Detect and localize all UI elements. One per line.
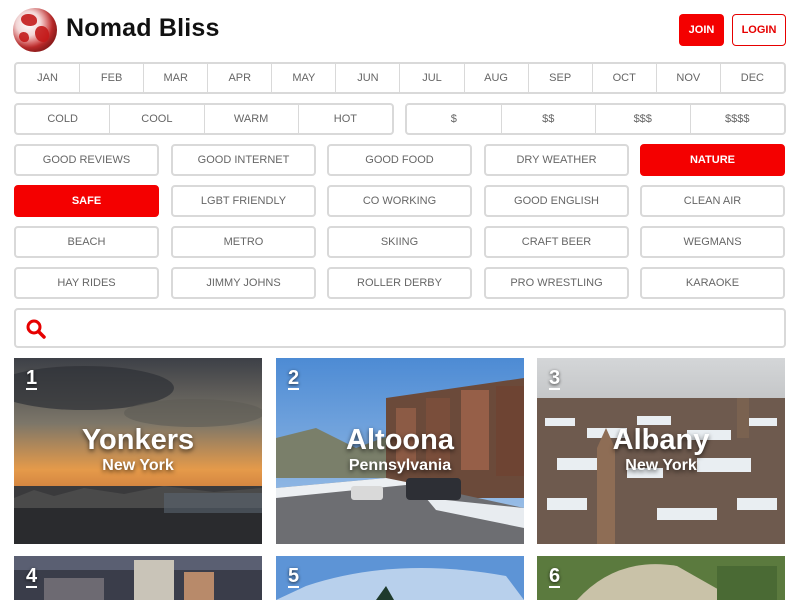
- month-may[interactable]: MAY: [272, 64, 337, 92]
- tag-good-reviews[interactable]: GOOD REVIEWS: [14, 144, 159, 176]
- cost-2[interactable]: $$: [502, 105, 596, 133]
- card-rank: 3: [549, 367, 561, 390]
- temp-cold[interactable]: COLD: [16, 105, 111, 133]
- tag-hay-rides[interactable]: HAY RIDES: [14, 267, 159, 299]
- tag-roller-derby[interactable]: ROLLER DERBY: [327, 267, 472, 299]
- card-rank: 4: [26, 565, 38, 588]
- join-button[interactable]: JOIN: [679, 14, 724, 46]
- tag-co-working[interactable]: CO WORKING: [327, 185, 472, 217]
- month-mar[interactable]: MAR: [144, 64, 209, 92]
- card-rank: 2: [288, 367, 300, 390]
- brand-name[interactable]: Nomad Bliss: [66, 14, 220, 43]
- tag-karaoke[interactable]: KARAOKE: [640, 267, 785, 299]
- card-rank: 1: [26, 367, 38, 390]
- tag-good-internet[interactable]: GOOD INTERNET: [171, 144, 316, 176]
- card-region-name: New York: [625, 457, 697, 474]
- search-bar[interactable]: [14, 308, 786, 348]
- city-card-4[interactable]: 4: [14, 556, 262, 600]
- card-city-name: Altoona: [346, 424, 454, 456]
- tag-skiing[interactable]: SKIING: [327, 226, 472, 258]
- tag-lgbt-friendly[interactable]: LGBT FRIENDLY: [171, 185, 316, 217]
- city-card-3[interactable]: 3 Albany New York: [537, 358, 785, 544]
- card-region-name: Pennsylvania: [348, 457, 452, 474]
- tag-beach[interactable]: BEACH: [14, 226, 159, 258]
- city-photo: [276, 556, 524, 600]
- tag-clean-air[interactable]: CLEAN AIR: [640, 185, 785, 217]
- tag-jimmy-johns[interactable]: JIMMY JOHNS: [171, 267, 316, 299]
- tag-wegmans[interactable]: WEGMANS: [640, 226, 785, 258]
- city-card-6[interactable]: 6: [537, 556, 785, 600]
- cost-3[interactable]: $$$: [596, 105, 691, 133]
- temperature-filter: COLD COOL WARM HOT: [14, 103, 394, 135]
- search-input[interactable]: [58, 314, 778, 342]
- card-city-name: Albany: [612, 424, 710, 456]
- tag-craft-beer[interactable]: CRAFT BEER: [484, 226, 629, 258]
- tag-nature[interactable]: NATURE: [640, 144, 785, 176]
- tag-good-food[interactable]: GOOD FOOD: [327, 144, 472, 176]
- city-card-2[interactable]: 2 Altoona Pennsylvania: [276, 358, 524, 544]
- cost-1[interactable]: $: [407, 105, 502, 133]
- month-oct[interactable]: OCT: [593, 64, 657, 92]
- temp-warm[interactable]: WARM: [205, 105, 299, 133]
- tag-pro-wrestling[interactable]: PRO WRESTLING: [484, 267, 629, 299]
- tag-dry-weather[interactable]: DRY WEATHER: [484, 144, 629, 176]
- globe-logo-icon[interactable]: [13, 8, 57, 52]
- tag-safe[interactable]: SAFE: [14, 185, 159, 217]
- city-card-1[interactable]: 1 Yonkers New York: [14, 358, 262, 544]
- temp-hot[interactable]: HOT: [299, 105, 392, 133]
- card-rank: 5: [288, 565, 300, 588]
- cost-4[interactable]: $$$$: [691, 105, 785, 133]
- month-jan[interactable]: JAN: [16, 64, 81, 92]
- search-icon[interactable]: [26, 319, 46, 339]
- login-button[interactable]: LOGIN: [732, 14, 786, 46]
- month-jun[interactable]: JUN: [336, 64, 401, 92]
- month-jul[interactable]: JUL: [400, 64, 465, 92]
- month-apr[interactable]: APR: [208, 64, 273, 92]
- tag-good-english[interactable]: GOOD ENGLISH: [484, 185, 629, 217]
- card-rank: 6: [549, 565, 561, 588]
- month-filter: JAN FEB MAR APR MAY JUN JUL AUG SEP OCT …: [14, 62, 786, 94]
- tag-metro[interactable]: METRO: [171, 226, 316, 258]
- month-sep[interactable]: SEP: [529, 64, 593, 92]
- card-region-name: New York: [102, 457, 174, 474]
- temp-cool[interactable]: COOL: [110, 105, 205, 133]
- city-photo: [537, 556, 785, 600]
- month-dec[interactable]: DEC: [721, 64, 784, 92]
- cost-filter: $ $$ $$$ $$$$: [405, 103, 786, 135]
- month-feb[interactable]: FEB: [80, 64, 145, 92]
- city-photo: [14, 556, 262, 600]
- month-nov[interactable]: NOV: [657, 64, 721, 92]
- city-card-5[interactable]: 5: [276, 556, 524, 600]
- header: Nomad Bliss JOIN LOGIN: [0, 0, 800, 60]
- card-city-name: Yonkers: [81, 424, 195, 456]
- month-aug[interactable]: AUG: [465, 64, 529, 92]
